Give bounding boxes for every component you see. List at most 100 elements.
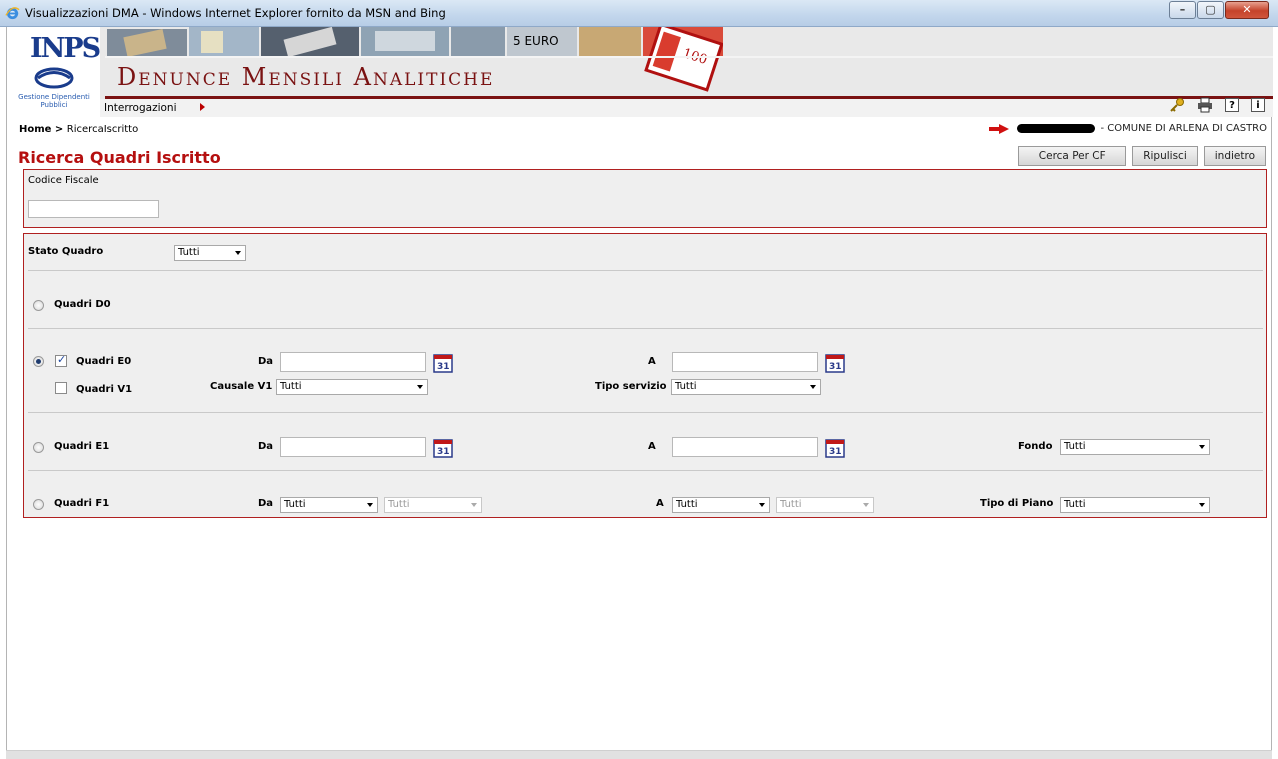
breadcrumb-home[interactable]: Home <box>19 124 51 135</box>
quadri-e0-label: Quadri E0 <box>76 356 132 367</box>
calendar-icon[interactable]: 31 <box>825 354 845 373</box>
e0-da-label: Da <box>258 356 274 367</box>
e1-da-label: Da <box>258 441 274 452</box>
user-entity: - COMUNE DI ARLENA DI CASTRO <box>1100 123 1268 134</box>
e1-a-input[interactable] <box>672 437 818 457</box>
redacted-username <box>1016 124 1095 133</box>
e1-da-input[interactable] <box>280 437 426 457</box>
f1-a-select-2: Tutti <box>776 497 874 513</box>
fondo-label: Fondo <box>1018 441 1053 452</box>
info-icon[interactable]: i <box>1251 98 1265 112</box>
logo-subtitle: Gestione Dipendenti Pubblici <box>18 93 90 109</box>
back-button[interactable]: indietro <box>1203 146 1266 166</box>
action-buttons: Cerca Per CF Ripulisci indietro <box>1012 146 1266 166</box>
quadri-e1-label: Quadri E1 <box>54 441 110 452</box>
f1-a-value-1: Tutti <box>676 499 698 510</box>
breadcrumb-current: RicercaIscritto <box>66 124 139 135</box>
user-info: - COMUNE DI ARLENA DI CASTRO <box>988 123 1268 134</box>
stato-quadro-label: Stato Quadro <box>28 246 104 257</box>
calendar-icon[interactable]: 31 <box>825 439 845 458</box>
checkbox-quadri-v1[interactable] <box>55 382 67 394</box>
codice-fiscale-label: Codice Fiscale <box>28 175 99 186</box>
tipo-servizio-value: Tutti <box>675 381 697 392</box>
tipo-piano-select[interactable]: Tutti <box>1060 497 1210 513</box>
ie-icon <box>5 7 20 20</box>
radio-quadri-d0[interactable] <box>33 300 44 311</box>
radio-quadri-f1[interactable] <box>33 499 44 510</box>
quadri-v1-label: Quadri V1 <box>76 384 133 395</box>
f1-da-label: Da <box>258 498 274 509</box>
e1-a-label: A <box>648 441 656 452</box>
tipo-servizio-label: Tipo servizio <box>595 381 667 392</box>
radio-quadri-e0[interactable] <box>33 356 44 367</box>
fondo-select[interactable]: Tutti <box>1060 439 1210 455</box>
calendar-icon[interactable]: 31 <box>433 354 453 373</box>
e0-da-input[interactable] <box>280 352 426 372</box>
window-titlebar: Visualizzazioni DMA - Windows Internet E… <box>0 0 1278 27</box>
red-arrow-icon <box>988 123 1009 134</box>
menubar: Interrogazioni <box>100 99 1273 117</box>
causale-v1-select[interactable]: Tutti <box>276 379 428 395</box>
stato-quadro-select[interactable]: Tutti <box>174 245 246 261</box>
banner-title: Denunce Mensili Analitiche <box>117 63 495 91</box>
calendar-day: 31 <box>829 447 842 457</box>
chevron-down-icon <box>417 385 423 389</box>
quadri-f1-label: Quadri F1 <box>54 498 110 509</box>
chevron-down-icon <box>810 385 816 389</box>
help-icon[interactable]: ? <box>1225 98 1239 112</box>
codice-fiscale-input[interactable] <box>28 200 159 218</box>
menu-arrow-icon <box>200 103 205 111</box>
codice-fiscale-panel: Codice Fiscale <box>23 169 1267 228</box>
tipo-piano-value: Tutti <box>1064 499 1086 510</box>
fondo-value: Tutti <box>1064 441 1086 452</box>
page-title: Ricerca Quadri Iscritto <box>18 148 221 167</box>
search-cf-button[interactable]: Cerca Per CF <box>1018 146 1127 166</box>
maximize-button[interactable]: ▢ <box>1197 1 1224 19</box>
calendar-day: 31 <box>437 447 450 457</box>
banner-100-banknote: 100 <box>644 27 723 92</box>
banner-5euro: 5 EURO <box>513 34 559 48</box>
window-title: Visualizzazioni DMA - Windows Internet E… <box>25 6 446 20</box>
divider <box>28 270 1263 271</box>
f1-da-select-2: Tutti <box>384 497 482 513</box>
f1-da-select-1[interactable]: Tutti <box>280 497 378 513</box>
header: INPS Gestione Dipendenti Pubblici 5 EURO <box>7 27 1273 117</box>
key-icon[interactable] <box>1169 97 1185 113</box>
e0-a-input[interactable] <box>672 352 818 372</box>
f1-a-value-2: Tutti <box>780 499 802 510</box>
banner-separator <box>105 56 1273 58</box>
logo-swirl-icon <box>34 67 74 89</box>
status-bar <box>6 750 1272 759</box>
minimize-icon: – <box>1179 3 1186 16</box>
f1-da-value-1: Tutti <box>284 499 306 510</box>
close-button[interactable]: ✕ <box>1225 1 1269 19</box>
printer-icon[interactable] <box>1197 97 1213 113</box>
causale-v1-label: Causale V1 <box>210 381 273 392</box>
calendar-day: 31 <box>437 362 450 372</box>
chevron-down-icon <box>367 503 373 507</box>
divider <box>28 412 1263 413</box>
chevron-down-icon <box>759 503 765 507</box>
tipo-piano-label: Tipo di Piano <box>980 498 1054 509</box>
quadri-d0-label: Quadri D0 <box>54 299 111 310</box>
chevron-down-icon <box>471 503 477 507</box>
checkbox-quadri-e0[interactable] <box>55 353 67 367</box>
breadcrumb-sep: > <box>51 124 67 135</box>
e0-a-label: A <box>648 356 656 367</box>
chevron-down-icon <box>1199 445 1205 449</box>
reset-button[interactable]: Ripulisci <box>1132 146 1198 166</box>
calendar-icon[interactable]: 31 <box>433 439 453 458</box>
toolbar-icons: ? i <box>1157 97 1265 113</box>
radio-quadri-e1[interactable] <box>33 442 44 453</box>
menu-interrogazioni[interactable]: Interrogazioni <box>104 102 177 114</box>
minimize-button[interactable]: – <box>1169 1 1196 19</box>
inps-logo: INPS Gestione Dipendenti Pubblici <box>7 27 101 117</box>
f1-a-select-1[interactable]: Tutti <box>672 497 770 513</box>
chevron-down-icon <box>863 503 869 507</box>
calendar-day: 31 <box>829 362 842 372</box>
f1-da-value-2: Tutti <box>388 499 410 510</box>
breadcrumb: Home > RicercaIscritto <box>19 124 138 135</box>
app-frame: INPS Gestione Dipendenti Pubblici 5 EURO <box>6 27 1273 754</box>
tipo-servizio-select[interactable]: Tutti <box>671 379 821 395</box>
window-controls: – ▢ ✕ <box>1168 1 1269 19</box>
